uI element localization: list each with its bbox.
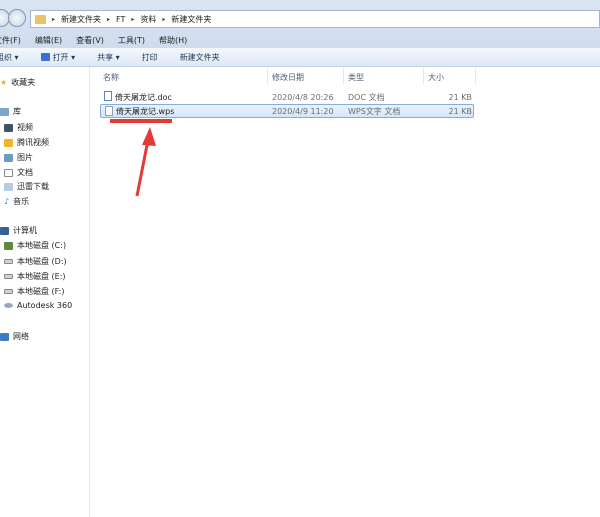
arrow-shaft (135, 139, 150, 197)
arrow-head (142, 127, 156, 146)
red-arrow-annotation (135, 127, 156, 197)
